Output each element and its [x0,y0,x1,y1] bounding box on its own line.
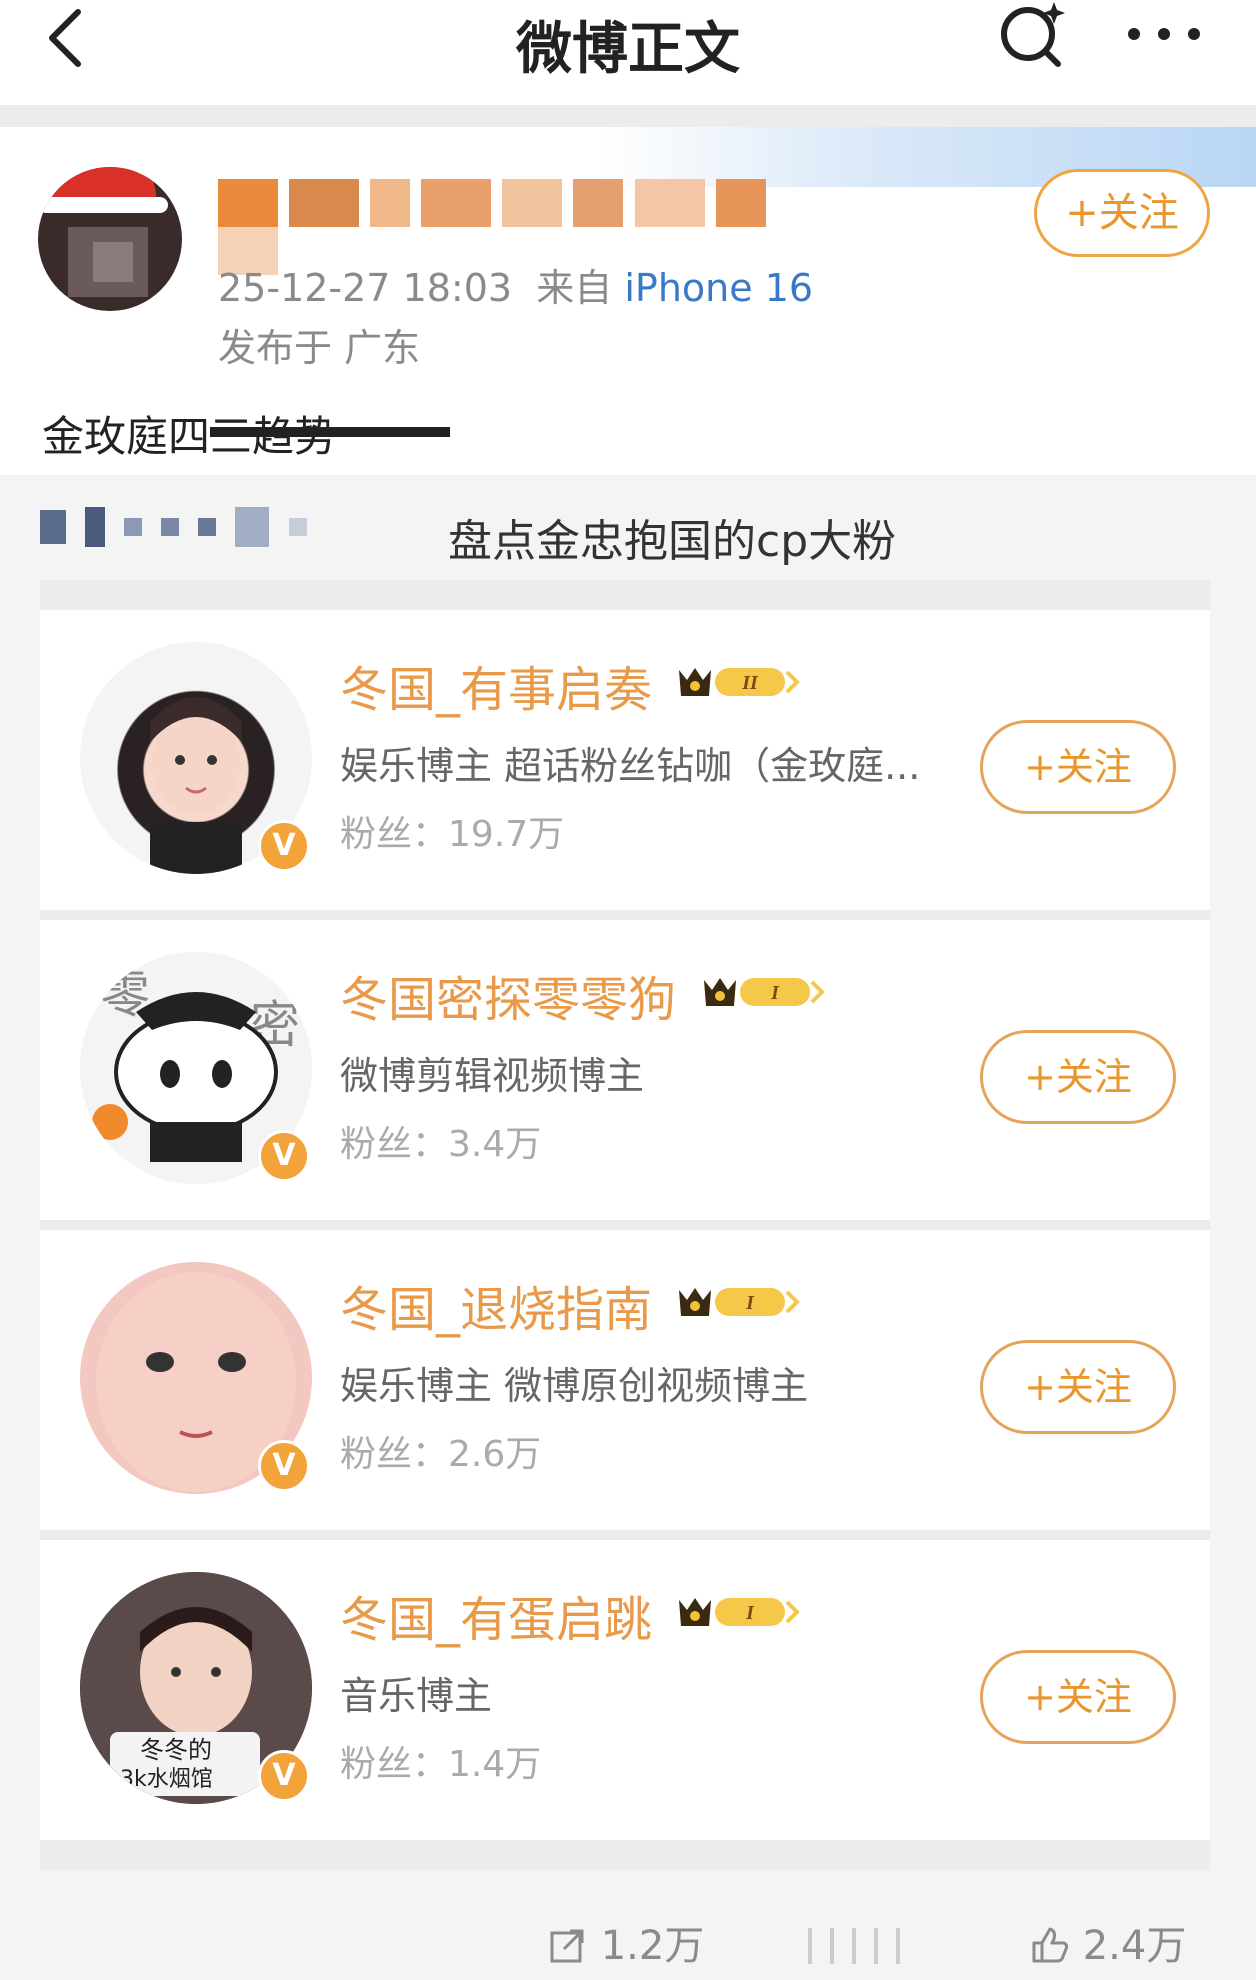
verified-badge: V [258,1130,310,1182]
repost-header: 盘点金忠抱国的cp大粉 [40,495,1240,567]
crown-level-icon: II [679,668,800,696]
user-description: 娱乐博主 超话粉丝钻咖（金玫庭... [340,744,921,788]
repost-author-obscured[interactable] [40,507,321,547]
verified-badge: V [258,1440,310,1492]
avatar-caption: 冬冬的 [140,1736,212,1764]
user-card-list: V 冬国_有事启奏 II 娱乐博主 超话粉丝钻咖（金玫庭... 粉丝：19.7万… [40,580,1210,1870]
user-description: 娱乐博主 微博原创视频博主 [340,1364,809,1408]
repost-title: 盘点金忠抱国的cp大粉 [448,516,897,567]
follow-button[interactable]: +关注 [980,1030,1176,1124]
user-description: 音乐博主 [340,1674,493,1718]
share-icon [550,1929,584,1963]
follow-button[interactable]: +关注 [980,720,1176,814]
svg-text:I: I [745,1602,755,1624]
share-count: 1.2万 [600,1923,705,1969]
post-card: 25-12-27 18:03 来自 iPhone 16 发布于 广东 +关注 金… [0,127,1256,1980]
user-name[interactable]: 冬国_退烧指南 [340,1270,652,1340]
avatar-caption: 3k水烟馆 [120,1767,213,1792]
user-name[interactable]: 冬国密探零零狗 [340,960,676,1030]
user-card[interactable]: 冬冬的 3k水烟馆 V 冬国_有蛋启跳 I 音乐博主 粉丝：1.4万 +关注 [40,1540,1210,1840]
thumbs-up-icon [1032,1927,1069,1963]
like-count: 2.4万 [1082,1923,1187,1969]
user-name[interactable]: 冬国_有蛋启跳 [340,1580,652,1650]
repost-block[interactable]: 盘点金忠抱国的cp大粉 V 冬国_有事启奏 II 娱乐博主 超话粉丝钻咖（金玫庭… [0,475,1256,1980]
follow-button[interactable]: +关注 [980,1650,1176,1744]
header-divider [0,105,1256,127]
top-bar: 微博正文 [0,0,1256,105]
author-avatar[interactable] [38,167,182,311]
verified-badge: V [258,820,310,872]
like-action[interactable]: 2.4万 [1030,1913,1186,1971]
user-card[interactable]: V 冬国_有事启奏 II 娱乐博主 超话粉丝钻咖（金玫庭... 粉丝：19.7万… [40,610,1210,910]
fans-count: 粉丝：3.4万 [340,1124,542,1165]
crown-level-icon: I [704,978,825,1006]
fans-count: 粉丝：1.4万 [340,1744,542,1785]
follow-button[interactable]: +关注 [980,1340,1176,1434]
post-location: 发布于 广东 [218,326,421,370]
fans-count: 粉丝：19.7万 [340,814,565,855]
user-name[interactable]: 冬国_有事启奏 [340,650,652,720]
svg-text:I: I [770,982,780,1004]
crown-level-icon: I [679,1288,800,1316]
more-dots-icon[interactable] [1124,14,1204,54]
crown-level-icon: I [679,1598,800,1626]
santa-hat-icon [46,167,156,201]
svg-text:I: I [745,1292,755,1314]
share-action[interactable]: 1.2万 [548,1913,704,1971]
fans-count: 粉丝：2.6万 [340,1434,542,1475]
post-text: 金玫庭四三趋势 [42,403,450,464]
search-sparkle-icon[interactable] [996,0,1072,72]
device-link[interactable]: iPhone 16 [624,266,813,310]
verified-badge: V [258,1750,310,1802]
scribble-mark [210,427,450,437]
author-name-obscured[interactable] [218,179,838,275]
post-time: 25-12-27 18:03 [218,266,513,310]
post-meta: 25-12-27 18:03 来自 iPhone 16 [218,257,813,312]
user-description: 微博剪辑视频博主 [340,1054,645,1098]
user-card[interactable]: 零 密 V 冬国密探零零狗 I 微博剪辑视频博主 粉丝：3.4万 +关注 [40,920,1210,1220]
svg-text:II: II [741,672,759,694]
user-card[interactable]: V 冬国_退烧指南 I 娱乐博主 微博原创视频博主 粉丝：2.6万 +关注 [40,1230,1210,1530]
repost-footer: 1.2万 2.4万 [0,1905,1256,1980]
follow-button[interactable]: +关注 [1034,169,1210,257]
from-label: 来自 [536,266,613,310]
comment-action-obscured[interactable] [808,1921,918,1967]
